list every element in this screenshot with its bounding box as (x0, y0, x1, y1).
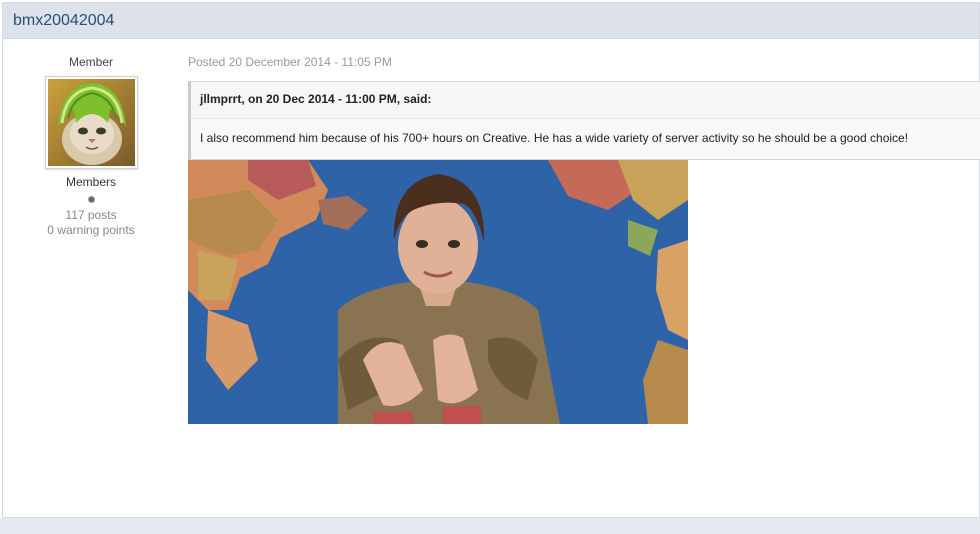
post-count: 117 posts (65, 208, 117, 222)
forum-post: bmx20042004 Member Members 117 posts 0 w… (2, 2, 980, 518)
author-info-panel: Member Members 117 posts 0 warning point… (3, 39, 179, 238)
member-group: Members (65, 175, 116, 189)
quote-text: I also recommend him because of his 700+… (191, 119, 980, 159)
embedded-gif-image (188, 160, 688, 424)
member-title: Member (68, 55, 113, 69)
avatar-image (47, 79, 135, 166)
post-footer-bar (0, 518, 980, 534)
post-header: bmx20042004 (3, 3, 979, 39)
author-name-link[interactable]: bmx20042004 (13, 12, 114, 29)
quote-block: jllmprrt, on 20 Dec 2014 - 11:00 PM, sai… (188, 81, 980, 160)
warning-points: 0 warning points (47, 223, 135, 237)
post-content: Posted 20 December 2014 - 11:05 PM jllmp… (188, 39, 980, 424)
quote-citation: jllmprrt, on 20 Dec 2014 - 11:00 PM, sai… (191, 82, 980, 119)
reputation-dot-icon (87, 196, 95, 203)
posted-date: Posted 20 December 2014 - 11:05 PM (188, 55, 392, 69)
avatar[interactable] (44, 76, 138, 169)
